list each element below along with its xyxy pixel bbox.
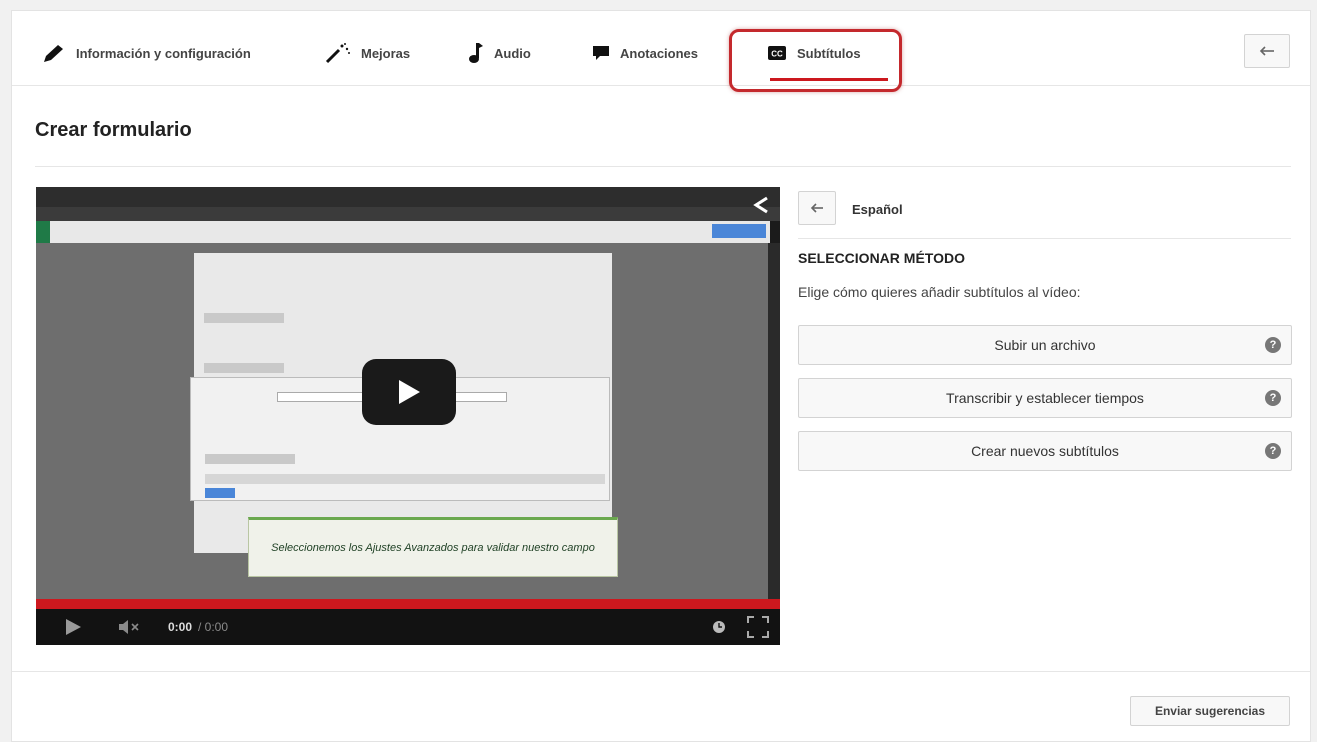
video-frame-app-bar bbox=[36, 221, 770, 243]
tab-label: Anotaciones bbox=[620, 45, 699, 61]
divider bbox=[798, 238, 1291, 239]
exit-button[interactable] bbox=[1244, 34, 1290, 68]
fullscreen-icon[interactable] bbox=[746, 615, 770, 639]
tab-label: Mejoras bbox=[361, 45, 411, 61]
tab-info-settings[interactable]: Información y configuración bbox=[42, 38, 251, 68]
share-icon[interactable] bbox=[752, 195, 770, 220]
divider bbox=[12, 671, 1310, 672]
tab-audio[interactable]: Audio bbox=[468, 38, 531, 68]
divider bbox=[35, 166, 1291, 167]
transcribe-timing-button[interactable]: Transcribir y establecer tiempos ? bbox=[798, 378, 1292, 418]
pencil-icon bbox=[44, 45, 63, 62]
time-current: 0:00 bbox=[168, 620, 193, 634]
option-label: Transcribir y establecer tiempos bbox=[946, 390, 1144, 406]
video-player[interactable]: Seleccionemos los Ajustes Avanzados para… bbox=[36, 187, 780, 645]
clock-icon[interactable] bbox=[712, 620, 726, 634]
subtitles-tab-highlight bbox=[729, 29, 902, 92]
video-frame-toolbar bbox=[36, 207, 780, 221]
help-icon[interactable]: ? bbox=[1265, 390, 1281, 406]
progress-bar[interactable] bbox=[36, 599, 780, 609]
mute-icon[interactable] bbox=[118, 620, 140, 634]
help-icon[interactable]: ? bbox=[1265, 443, 1281, 459]
play-button-large[interactable] bbox=[362, 359, 456, 425]
music-note-icon bbox=[469, 43, 483, 63]
time-total: / 0:00 bbox=[198, 620, 229, 634]
editor-card: Información y configuración Mejoras Audi… bbox=[11, 10, 1311, 742]
method-heading: SELECCIONAR MÉTODO bbox=[798, 250, 965, 266]
speech-bubble-icon bbox=[593, 46, 609, 60]
video-frame-tooltip: Seleccionemos los Ajustes Avanzados para… bbox=[248, 517, 618, 577]
method-description: Elige cómo quieres añadir subtítulos al … bbox=[798, 284, 1081, 300]
language-label: Español bbox=[852, 202, 903, 217]
arrow-back-icon bbox=[1259, 46, 1274, 56]
option-label: Subir un archivo bbox=[994, 337, 1096, 353]
arrow-back-icon bbox=[810, 203, 823, 213]
help-icon[interactable]: ? bbox=[1265, 337, 1281, 353]
page-title: Crear formulario bbox=[35, 119, 192, 141]
option-label: Crear nuevos subtítulos bbox=[971, 443, 1119, 459]
create-new-subtitles-button[interactable]: Crear nuevos subtítulos ? bbox=[798, 431, 1292, 471]
tab-label: Información y configuración bbox=[76, 45, 251, 61]
tab-enhancements[interactable]: Mejoras bbox=[325, 38, 410, 68]
play-icon[interactable] bbox=[64, 618, 82, 636]
tab-annotations[interactable]: Anotaciones bbox=[592, 38, 698, 68]
video-frame-browser-chrome bbox=[36, 187, 780, 207]
video-frame-scrollbar bbox=[768, 243, 780, 599]
player-controls: 0:00 / 0:00 bbox=[36, 609, 780, 645]
tab-bar: Información y configuración Mejoras Audi… bbox=[12, 11, 1310, 92]
language-back-button[interactable] bbox=[798, 191, 836, 225]
magic-wand-icon bbox=[325, 43, 350, 64]
send-feedback-button[interactable]: Enviar sugerencias bbox=[1130, 696, 1290, 726]
play-icon bbox=[399, 380, 420, 404]
upload-file-button[interactable]: Subir un archivo ? bbox=[798, 325, 1292, 365]
tab-label: Audio bbox=[494, 45, 531, 61]
